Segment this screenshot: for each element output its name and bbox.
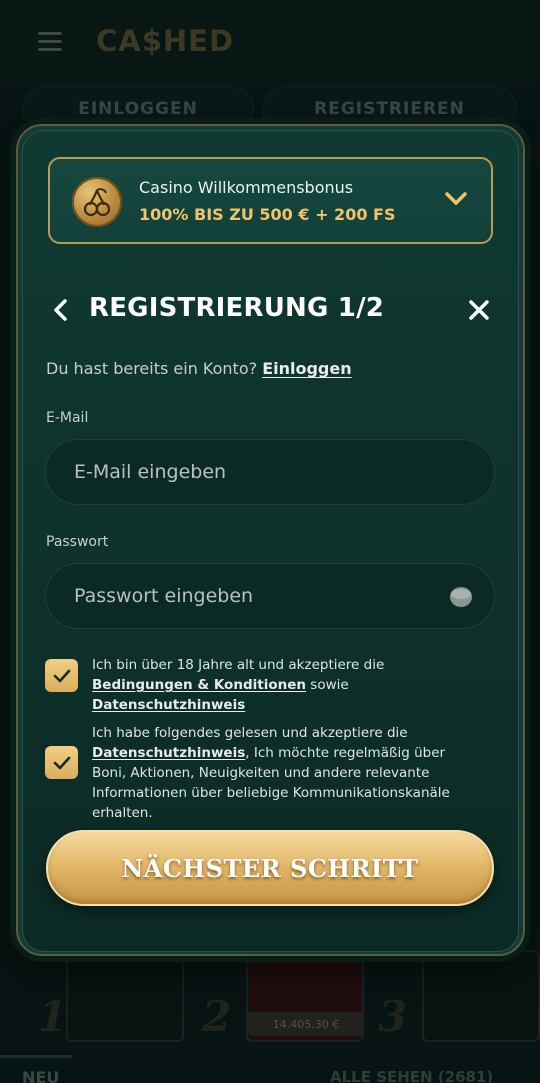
age-consent-text: Ich bin über 18 Jahre alt und akzeptiere… (92, 655, 497, 715)
back-arrow-icon[interactable] (52, 298, 70, 322)
email-field[interactable] (74, 440, 444, 504)
password-label: Passwort (46, 534, 109, 550)
email-label: E-Mail (46, 410, 89, 426)
age-consent-checkbox[interactable] (45, 659, 78, 692)
close-icon[interactable] (468, 299, 490, 321)
cherry-icon (72, 177, 122, 227)
next-step-button[interactable]: NÄCHSTER SCHRITT (46, 830, 494, 906)
show-password-icon[interactable] (448, 585, 474, 609)
chevron-down-icon[interactable] (444, 191, 468, 207)
login-prompt-text: Du hast bereits ein Konto? (46, 359, 258, 378)
page-title: REGISTRIERUNG 1/2 (89, 293, 385, 323)
bonus-offer: 100% BIS ZU 500 € + 200 FS (139, 205, 396, 224)
consent-text: Ich habe folgendes gelesen und akzeptier… (92, 725, 408, 741)
password-field[interactable] (74, 564, 444, 628)
marketing-consent-text: Ich habe folgendes gelesen und akzeptier… (92, 723, 482, 823)
email-field-wrapper (45, 439, 495, 505)
login-prompt: Du hast bereits ein Konto? Einloggen (46, 359, 352, 378)
bonus-selector[interactable]: Casino Willkommensbonus 100% BIS ZU 500 … (48, 157, 493, 244)
consent-text: Ich bin über 18 Jahre alt und akzeptiere… (92, 657, 385, 673)
checkmark-icon (53, 756, 70, 769)
consent-text: sowie (310, 677, 349, 693)
password-field-wrapper (45, 563, 495, 629)
terms-link[interactable]: Bedingungen & Konditionen (92, 677, 306, 693)
privacy-link[interactable]: Datenschutzhinweis (92, 697, 245, 713)
bonus-title: Casino Willkommensbonus (139, 178, 354, 197)
privacy-link[interactable]: Datenschutzhinweis (92, 745, 245, 761)
login-link[interactable]: Einloggen (262, 359, 351, 378)
checkmark-icon (53, 669, 70, 682)
marketing-consent-checkbox[interactable] (45, 746, 78, 779)
